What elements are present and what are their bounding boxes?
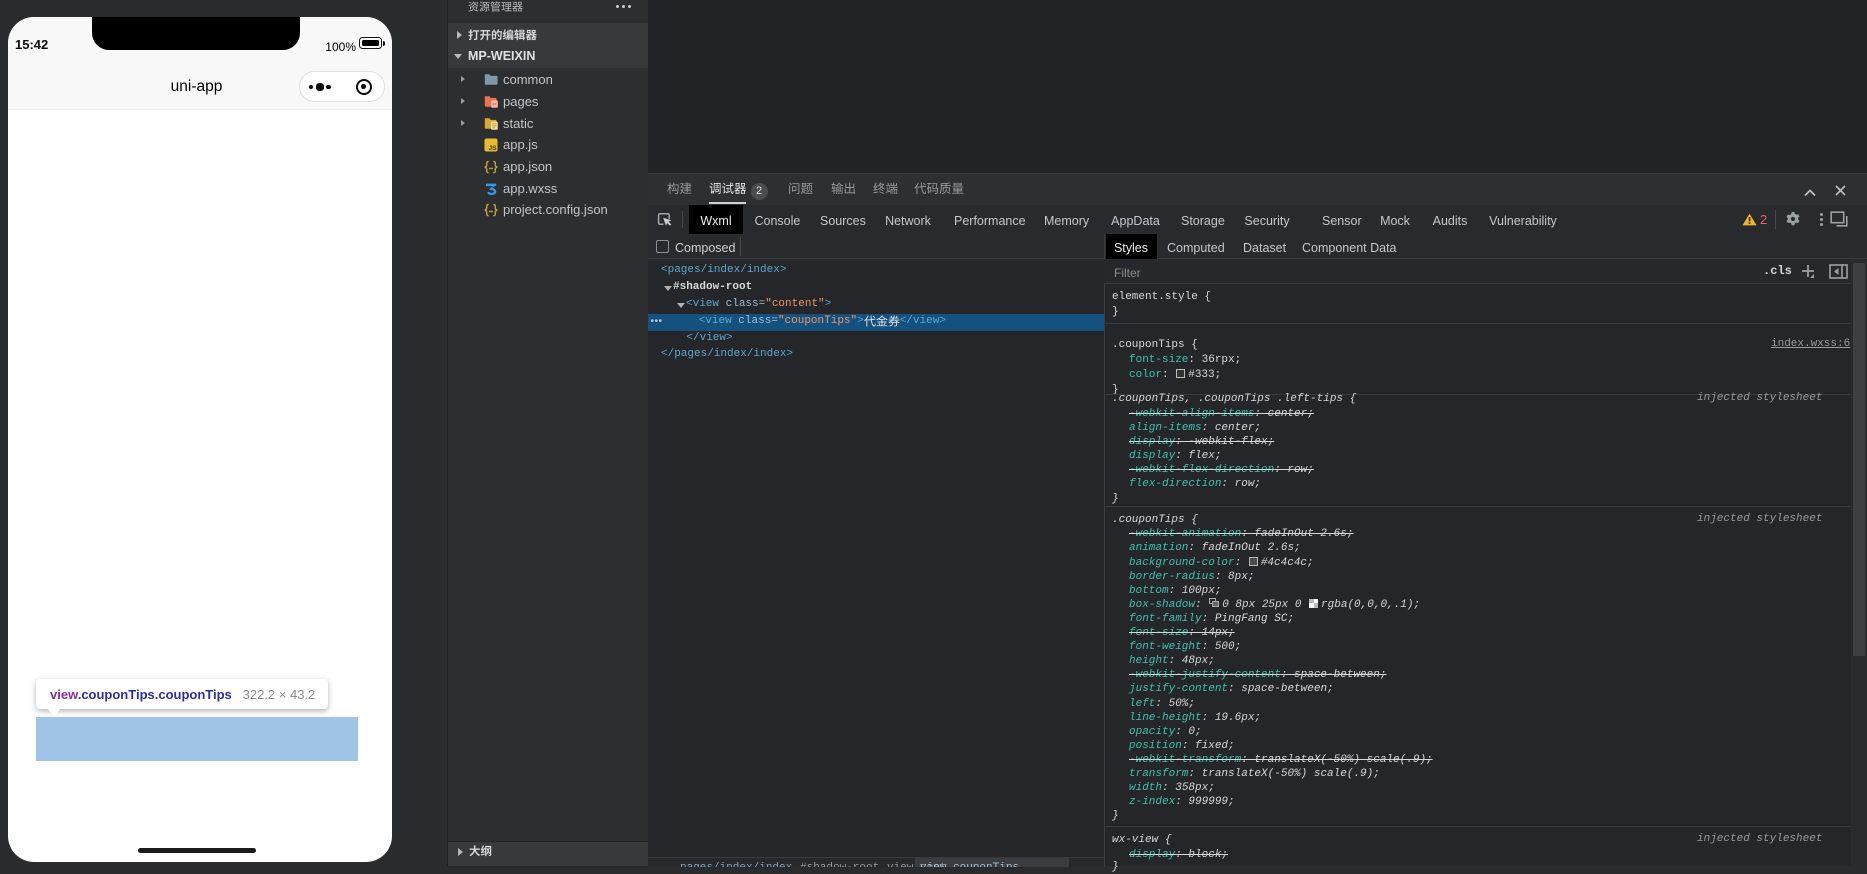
svg-text:JS: JS (489, 145, 498, 152)
